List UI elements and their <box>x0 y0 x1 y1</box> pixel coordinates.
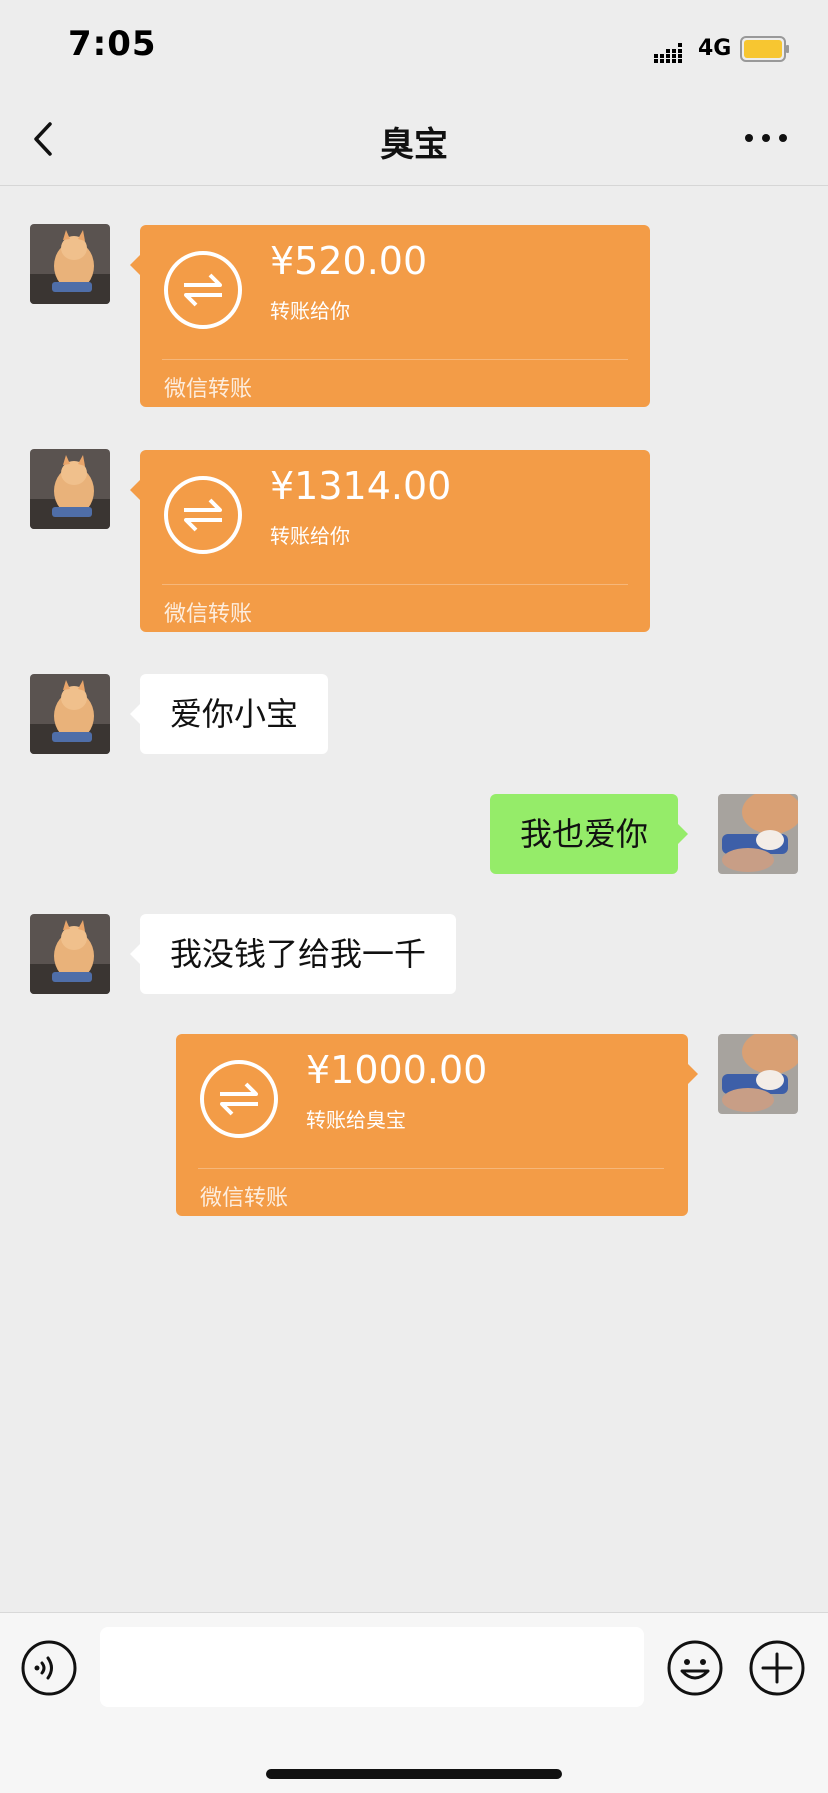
transfer-icon <box>164 251 242 329</box>
emoji-icon[interactable] <box>666 1639 724 1697</box>
chevron-left-icon[interactable] <box>30 119 60 159</box>
transfer-amount: ¥520.00 <box>270 239 428 283</box>
message-input[interactable] <box>100 1627 644 1707</box>
transfer-icon <box>164 476 242 554</box>
plus-icon[interactable] <box>748 1639 806 1697</box>
avatar[interactable] <box>30 914 110 994</box>
avatar[interactable] <box>30 449 110 529</box>
avatar[interactable] <box>718 1034 798 1114</box>
home-indicator[interactable] <box>266 1769 562 1779</box>
divider <box>162 584 628 585</box>
transfer-note: 转账给你 <box>270 524 350 548</box>
divider <box>162 359 628 360</box>
message-text: 爱你小宝 <box>170 695 299 733</box>
avatar[interactable] <box>30 224 110 304</box>
input-bar <box>0 1612 828 1793</box>
message-text: 我也爱你 <box>520 815 649 853</box>
status-time: 7:05 <box>68 24 157 64</box>
transfer-note: 转账给臭宝 <box>306 1108 406 1132</box>
message-bubble[interactable]: 爱你小宝 <box>130 674 329 754</box>
message-bubble[interactable]: 我也爱你 <box>490 794 689 874</box>
nav-bar: 臭宝 <box>0 95 828 186</box>
transfer-amount: ¥1314.00 <box>270 464 452 508</box>
transfer-note: 转账给你 <box>270 299 350 323</box>
avatar[interactable] <box>718 794 798 874</box>
battery-icon <box>740 36 789 62</box>
voice-icon[interactable] <box>20 1639 78 1697</box>
transfer-card[interactable]: ¥1314.00 转账给你 微信转账 <box>130 450 650 632</box>
signal-icon <box>654 43 682 63</box>
transfer-icon <box>200 1060 278 1138</box>
transfer-card[interactable]: ¥520.00 转账给你 微信转账 <box>130 225 650 407</box>
chat-title: 臭宝 <box>380 125 448 165</box>
more-icon[interactable] <box>744 131 788 145</box>
divider <box>198 1168 664 1169</box>
message-text: 我没钱了给我一千 <box>170 935 427 973</box>
transfer-label: 微信转账 <box>200 1186 289 1211</box>
transfer-label: 微信转账 <box>164 602 253 627</box>
transfer-amount: ¥1000.00 <box>306 1048 488 1092</box>
avatar[interactable] <box>30 674 110 754</box>
transfer-label: 微信转账 <box>164 377 253 402</box>
transfer-card[interactable]: ¥1000.00 转账给臭宝 微信转账 <box>176 1034 698 1216</box>
message-bubble[interactable]: 我没钱了给我一千 <box>130 914 457 994</box>
network-label: 4G <box>698 36 732 61</box>
